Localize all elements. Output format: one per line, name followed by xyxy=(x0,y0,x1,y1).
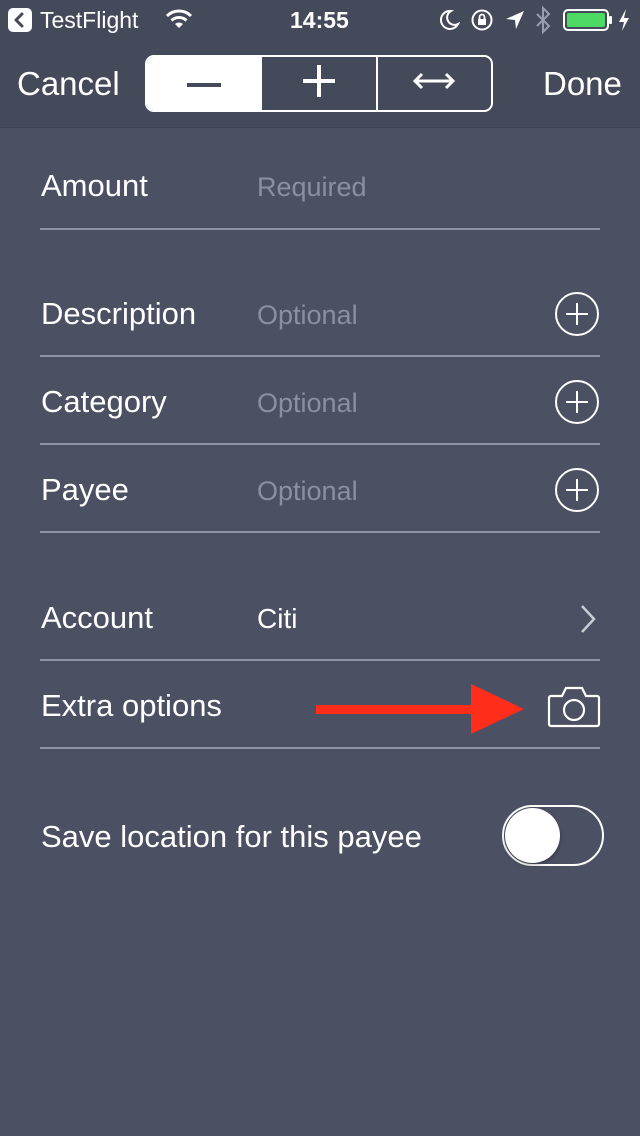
transfer-arrows-icon xyxy=(412,71,456,96)
chevron-right-icon xyxy=(578,603,598,640)
amount-label: Amount xyxy=(41,168,148,203)
transaction-type-segmented-control xyxy=(145,55,493,112)
divider xyxy=(40,228,600,230)
add-payee-icon[interactable] xyxy=(555,468,599,512)
account-label: Account xyxy=(41,600,154,635)
description-label: Description xyxy=(41,296,197,331)
account-value: Citi xyxy=(257,603,298,634)
category-label: Category xyxy=(41,384,167,419)
rotation-lock-icon xyxy=(470,8,494,37)
divider xyxy=(40,747,600,749)
battery-icon xyxy=(563,9,613,36)
nav-divider xyxy=(0,127,640,128)
amount-input[interactable]: Required xyxy=(257,169,367,205)
category-input[interactable]: Optional xyxy=(257,385,358,421)
divider xyxy=(40,443,600,445)
back-to-app-icon[interactable] xyxy=(8,8,32,32)
status-bar: TestFlight 14:55 xyxy=(0,0,640,40)
bluetooth-icon xyxy=(534,5,552,39)
divider xyxy=(40,355,600,357)
divider xyxy=(40,659,600,661)
extra-options-label: Extra options xyxy=(41,688,222,723)
save-location-toggle[interactable] xyxy=(502,805,604,866)
done-button[interactable]: Done xyxy=(543,64,622,104)
location-arrow-icon xyxy=(504,9,526,36)
toggle-knob xyxy=(505,808,560,863)
camera-icon[interactable] xyxy=(547,684,601,735)
plus-icon xyxy=(302,65,335,102)
add-description-icon[interactable] xyxy=(555,292,599,336)
minus-icon xyxy=(186,75,221,93)
divider xyxy=(40,531,600,533)
description-input[interactable]: Optional xyxy=(257,297,358,333)
segment-income[interactable] xyxy=(260,57,375,110)
payee-input[interactable]: Optional xyxy=(257,473,358,509)
clock: 14:55 xyxy=(290,7,349,33)
payee-label: Payee xyxy=(41,472,129,507)
add-category-icon[interactable] xyxy=(555,380,599,424)
segment-expense[interactable] xyxy=(147,57,261,110)
save-location-label: Save location for this payee xyxy=(41,819,422,854)
charging-bolt-icon xyxy=(617,8,631,37)
back-app-label[interactable]: TestFlight xyxy=(40,6,138,34)
red-arrow-annotation xyxy=(316,684,526,739)
cancel-button[interactable]: Cancel xyxy=(17,64,120,104)
segment-transfer[interactable] xyxy=(375,57,491,110)
wifi-icon xyxy=(165,8,193,35)
moon-icon xyxy=(438,9,461,36)
